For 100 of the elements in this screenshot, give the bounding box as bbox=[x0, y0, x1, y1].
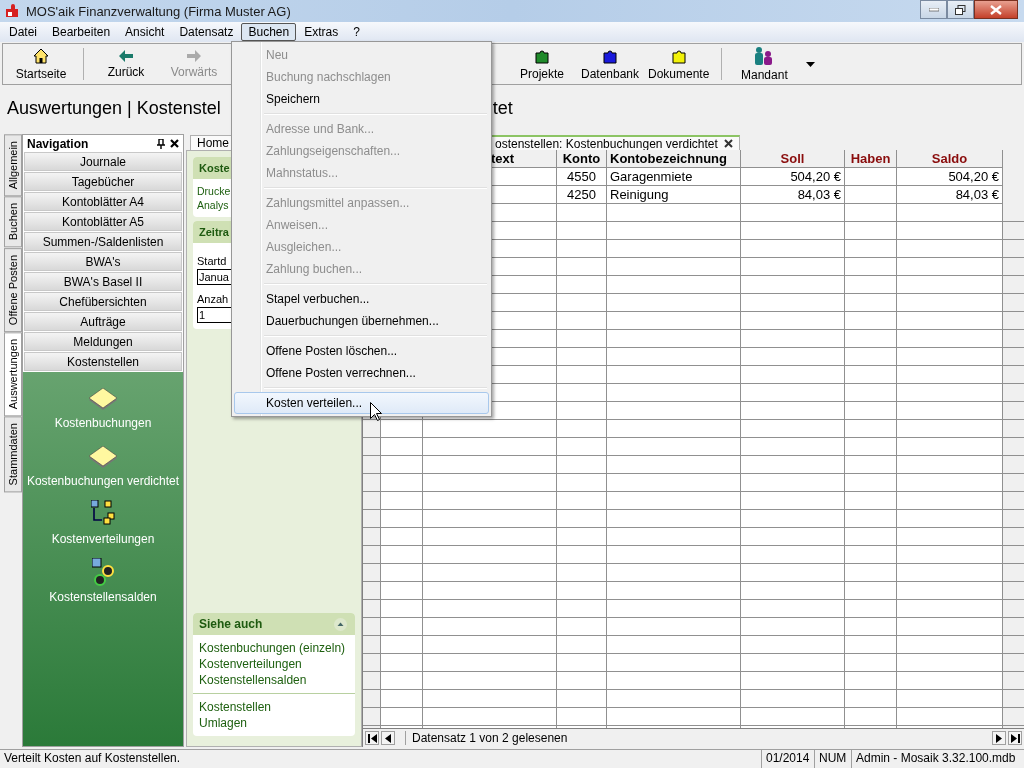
related-link[interactable]: Kostenstellensalden bbox=[199, 673, 307, 687]
navigation-button[interactable]: Kontoblätter A5 bbox=[24, 212, 182, 231]
menu-item[interactable]: Speichern bbox=[234, 88, 489, 110]
arrow-right-icon bbox=[187, 49, 201, 62]
side-tab[interactable]: Auswertungen bbox=[4, 331, 22, 417]
menu-item[interactable]: Offene Posten löschen... bbox=[234, 340, 489, 362]
menu-item[interactable]: Ansicht bbox=[118, 23, 172, 41]
status-message: Verteilt Kosten auf Kostenstellen. bbox=[3, 750, 182, 767]
menu-item[interactable]: ? bbox=[346, 23, 367, 41]
navigation-item[interactable]: Kostenbuchungen verdichtet bbox=[26, 436, 180, 488]
field-label: Startd bbox=[197, 255, 227, 267]
pin-icon[interactable] bbox=[157, 138, 165, 149]
arrow-left-icon bbox=[119, 49, 133, 62]
puzzle-piece-icon bbox=[602, 47, 618, 64]
navigation-button[interactable]: Aufträge bbox=[24, 312, 182, 331]
table-cell: 4550 bbox=[557, 168, 607, 186]
menu-item[interactable]: Bearbeiten bbox=[45, 23, 118, 41]
toolbar-button[interactable]: Projekte bbox=[508, 46, 576, 82]
table-cell: 504,20 € bbox=[741, 168, 845, 186]
toolbar-button[interactable]: Mandant bbox=[730, 46, 799, 82]
previous-icon bbox=[385, 733, 391, 743]
navigation-button[interactable]: Journale bbox=[24, 152, 182, 171]
navigation-button[interactable]: Tagebücher bbox=[24, 172, 182, 191]
next-record-button[interactable] bbox=[992, 731, 1006, 745]
status-num-lock: NUM bbox=[814, 750, 851, 768]
toolbar-button[interactable]: Startseite bbox=[7, 46, 75, 82]
card-title: Siehe auch bbox=[199, 617, 263, 631]
menu-item[interactable]: Datensatz bbox=[172, 23, 241, 41]
window-title: MOS'aik Finanzverwaltung (Firma Muster AG) bbox=[26, 3, 291, 19]
column-header[interactable]: Konto bbox=[557, 150, 607, 168]
puzzle-piece-icon bbox=[670, 47, 687, 64]
puzzle-piece-icon bbox=[534, 47, 550, 64]
maximize-button[interactable] bbox=[947, 0, 974, 19]
toolbar-button[interactable]: Dokumente bbox=[644, 46, 714, 82]
field-label: Anzah bbox=[197, 293, 229, 305]
table-cell: 4250 bbox=[557, 186, 607, 204]
collapse-icon[interactable] bbox=[334, 617, 347, 631]
menu-item[interactable]: Extras bbox=[297, 23, 346, 41]
page-heading: Auswertungen | Kostenstel bbox=[7, 97, 221, 119]
restore-icon bbox=[955, 4, 966, 15]
close-icon[interactable] bbox=[170, 139, 179, 148]
page-heading: tet bbox=[492, 97, 513, 119]
menu-item[interactable]: Buchen bbox=[241, 23, 297, 41]
minimize-icon bbox=[928, 7, 939, 12]
related-link[interactable]: Kostenstellen bbox=[199, 700, 272, 714]
navigation-button[interactable]: BWA's bbox=[24, 252, 182, 271]
close-icon[interactable] bbox=[723, 139, 733, 148]
table-cell bbox=[845, 186, 897, 204]
side-tab[interactable]: Buchen bbox=[4, 196, 22, 248]
navigation-item[interactable]: Kostenstellensalden bbox=[49, 552, 157, 604]
toolbar-button[interactable]: Datenbank bbox=[576, 46, 644, 82]
table-cell: 84,03 € bbox=[741, 186, 845, 204]
related-link[interactable]: Umlagen bbox=[199, 716, 248, 730]
menu-item[interactable]: Offene Posten verrechnen... bbox=[234, 362, 489, 384]
record-info: Datensatz 1 von 2 gelesenen bbox=[405, 731, 568, 745]
house-icon bbox=[33, 47, 49, 64]
task-link[interactable]: Analys bbox=[197, 199, 229, 211]
task-link[interactable]: Drucke bbox=[197, 185, 231, 197]
table-cell: 504,20 € bbox=[897, 168, 1003, 186]
first-record-button[interactable] bbox=[365, 731, 379, 745]
table-cell: Garagenmiete bbox=[607, 168, 741, 186]
coins-icon bbox=[92, 558, 114, 586]
column-header[interactable]: Kontobezeichnung bbox=[607, 150, 741, 168]
panel-title: Navigation bbox=[27, 136, 89, 151]
navigation-button[interactable]: Summen-/Saldenlisten bbox=[24, 232, 182, 251]
last-record-button[interactable] bbox=[1008, 731, 1022, 745]
table-cell: 84,03 € bbox=[897, 186, 1003, 204]
related-link[interactable]: Kostenverteilungen bbox=[199, 657, 302, 671]
navigation-button[interactable]: Meldungen bbox=[24, 332, 182, 351]
status-user: Admin - Mosaik 3.32.100.mdb bbox=[851, 750, 1024, 768]
side-tab[interactable]: Allgemein bbox=[4, 134, 22, 197]
navigation-item[interactable]: Kostenverteilungen bbox=[51, 494, 155, 546]
distribution-icon bbox=[91, 500, 115, 528]
table-cell: Reinigung bbox=[607, 186, 741, 204]
column-header[interactable]: Haben bbox=[845, 150, 897, 168]
next-icon bbox=[996, 733, 1002, 743]
side-tab[interactable]: Stammdaten bbox=[4, 416, 22, 493]
status-period: 01/2014 bbox=[761, 750, 814, 768]
app-logo-icon bbox=[4, 3, 20, 19]
table-cell bbox=[845, 168, 897, 186]
first-icon bbox=[367, 733, 377, 743]
navigation-button[interactable]: BWA's Basel II bbox=[24, 272, 182, 291]
column-header[interactable]: Saldo bbox=[897, 150, 1003, 168]
mouse-pointer-icon bbox=[370, 402, 382, 421]
menu-item[interactable]: Kosten verteilen... bbox=[234, 392, 489, 414]
previous-record-button[interactable] bbox=[381, 731, 395, 745]
related-link[interactable]: Kostenbuchungen (einzeln) bbox=[199, 641, 346, 655]
navigation-button[interactable]: Kontoblätter A4 bbox=[24, 192, 182, 211]
close-icon bbox=[990, 4, 1002, 15]
side-tab[interactable]: Offene Posten bbox=[4, 247, 22, 332]
close-button[interactable] bbox=[974, 0, 1018, 19]
caret-icon[interactable] bbox=[806, 61, 816, 67]
navigation-button[interactable]: Chefübersichten bbox=[24, 292, 182, 311]
last-icon bbox=[1010, 733, 1020, 743]
menu-item[interactable]: Datei bbox=[2, 23, 44, 41]
column-header[interactable]: Soll bbox=[741, 150, 845, 168]
navigation-button[interactable]: Kostenstellen bbox=[24, 352, 182, 371]
menu-item[interactable]: Stapel verbuchen... bbox=[234, 288, 489, 310]
menu-item[interactable]: Dauerbuchungen übernehmen... bbox=[234, 310, 489, 332]
toolbar-button[interactable]: Zurück bbox=[92, 46, 160, 82]
